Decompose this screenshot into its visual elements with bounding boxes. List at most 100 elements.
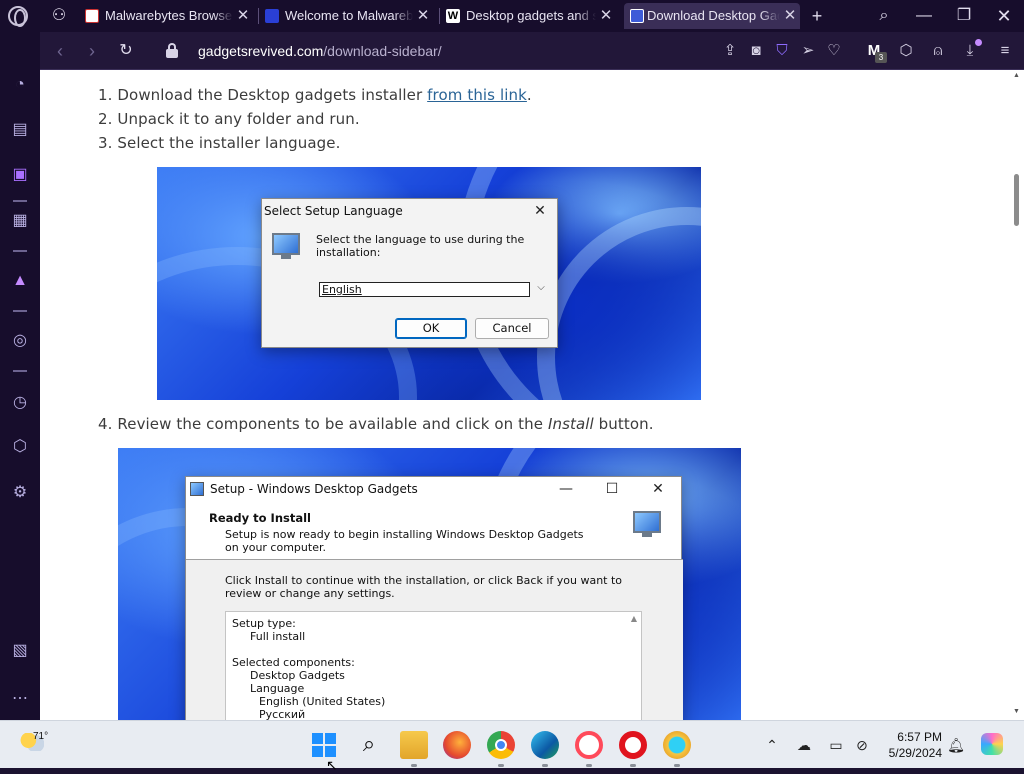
speed-dial-icon[interactable]: ◔ bbox=[9, 74, 31, 96]
language-screenshot: Select Setup Language ✕ Select the langu… bbox=[157, 167, 701, 400]
language-select[interactable]: English bbox=[319, 282, 530, 297]
tab-title: Desktop gadgets and si bbox=[466, 8, 596, 23]
ok-button[interactable]: OK bbox=[395, 318, 467, 339]
shield-icon[interactable]: ⛉ bbox=[772, 41, 792, 61]
tab-download-desktop-gadgets[interactable]: Download Desktop Gadg ✕ bbox=[624, 3, 800, 29]
minimize-icon[interactable]: — bbox=[913, 5, 935, 27]
sidebar-divider bbox=[13, 370, 27, 372]
clock-date: 5/29/2024 bbox=[888, 746, 942, 760]
setup-app-icon bbox=[190, 482, 204, 496]
file-explorer-icon[interactable] bbox=[400, 731, 428, 759]
tab-welcome-malwarebytes[interactable]: Welcome to Malwareby ✕ bbox=[265, 3, 433, 29]
step-3: 3. Select the installer language. bbox=[98, 134, 341, 152]
memo-line: English (United States) bbox=[259, 695, 386, 708]
running-indicator bbox=[411, 764, 417, 767]
send-icon[interactable]: ➢ bbox=[798, 41, 818, 61]
scroll-down-icon[interactable]: ▼ bbox=[1013, 708, 1020, 715]
reload-icon[interactable]: ↻ bbox=[116, 41, 136, 61]
weather-temp: 71° bbox=[33, 731, 49, 742]
settings-memo[interactable]: Setup type: Full install Selected compon… bbox=[225, 611, 642, 720]
tab-title: Download Desktop Gadg bbox=[647, 8, 780, 23]
url-path: /download-sidebar/ bbox=[323, 43, 442, 59]
tab-desktop-gadgets[interactable]: W Desktop gadgets and si ✕ bbox=[446, 3, 616, 29]
url-domain: gadgetsrevived.com bbox=[198, 43, 324, 59]
opera-logo-icon[interactable] bbox=[8, 6, 28, 27]
memo-line: Selected components: bbox=[232, 656, 355, 669]
gallery-icon[interactable]: ▧ bbox=[9, 640, 31, 662]
heart-icon[interactable]: ♡ bbox=[824, 41, 844, 61]
address-bar: ‹ › ↻ gadgetsrevived.com/download-sideba… bbox=[40, 32, 1024, 70]
cancel-button[interactable]: Cancel bbox=[475, 318, 549, 339]
close-tab-icon[interactable]: ✕ bbox=[782, 3, 798, 29]
gamepad-icon[interactable]: ⚇ bbox=[48, 5, 70, 27]
snapshot-icon[interactable]: ◙ bbox=[746, 41, 766, 61]
network-icon[interactable]: ⊘ bbox=[852, 735, 872, 755]
new-tab-icon[interactable]: + bbox=[806, 5, 828, 27]
cube-icon[interactable]: ⬡ bbox=[896, 41, 916, 61]
start-button[interactable] bbox=[312, 733, 336, 757]
forward-icon[interactable]: › bbox=[82, 41, 102, 61]
minimize-icon[interactable]: — bbox=[551, 477, 581, 501]
mouse-cursor-icon: ↖ bbox=[326, 757, 338, 773]
profile-icon[interactable]: ⍝ bbox=[928, 41, 948, 61]
installer-link[interactable]: from this link bbox=[427, 86, 527, 104]
tab-title: Welcome to Malwareby bbox=[285, 8, 413, 23]
back-icon[interactable]: ‹ bbox=[50, 41, 70, 61]
url-field[interactable]: gadgetsrevived.com/download-sidebar/ bbox=[198, 43, 442, 59]
scrollbar-thumb[interactable] bbox=[1014, 174, 1019, 226]
running-indicator bbox=[542, 764, 548, 767]
scroll-up-icon[interactable]: ▲ bbox=[1013, 72, 1020, 79]
running-indicator bbox=[586, 764, 592, 767]
twitch-icon[interactable]: ▣ bbox=[9, 164, 31, 186]
menu-icon[interactable]: ≡ bbox=[995, 41, 1015, 61]
close-icon[interactable]: ✕ bbox=[643, 477, 673, 501]
copilot-icon[interactable] bbox=[981, 733, 1003, 755]
onedrive-offline-icon[interactable]: ☁ bbox=[794, 735, 814, 755]
history-icon[interactable]: ◷ bbox=[9, 392, 31, 414]
scroll-up-icon[interactable]: ▲ bbox=[629, 614, 639, 624]
setup-monitor-icon bbox=[633, 511, 663, 539]
opera-gx-icon[interactable] bbox=[575, 731, 603, 759]
display-icon[interactable]: ▭ bbox=[826, 735, 846, 755]
close-tab-icon[interactable]: ✕ bbox=[415, 3, 431, 29]
extension-badge: 3 bbox=[875, 52, 887, 63]
show-hidden-icons-chevron-icon[interactable]: ⌃ bbox=[762, 735, 782, 755]
share-icon[interactable]: ⇪ bbox=[720, 41, 740, 61]
more-icon[interactable]: ⋯ bbox=[9, 688, 31, 710]
sidebar-divider bbox=[13, 310, 27, 312]
maximize-icon[interactable]: ☐ bbox=[597, 477, 627, 501]
shopping-icon[interactable]: ▤ bbox=[9, 119, 31, 141]
malwarebytes-favicon-icon bbox=[265, 9, 279, 23]
favicon-icon bbox=[85, 9, 99, 23]
music-player-icon[interactable]: ◎ bbox=[9, 330, 31, 352]
player-icon[interactable]: ▦ bbox=[9, 210, 31, 232]
language-dialog-close-icon[interactable]: ✕ bbox=[525, 199, 555, 223]
download-dot bbox=[975, 39, 982, 46]
settings-icon[interactable]: ⚙ bbox=[9, 482, 31, 504]
chrome-canary-icon[interactable] bbox=[663, 731, 691, 759]
install-screenshot: Setup - Windows Desktop Gadgets — ☐ ✕ Re… bbox=[118, 448, 741, 720]
gadgets-favicon-icon bbox=[630, 9, 644, 23]
opera-icon[interactable] bbox=[619, 731, 647, 759]
close-tab-icon[interactable]: ✕ bbox=[235, 3, 251, 29]
restore-icon[interactable]: ❐ bbox=[953, 5, 975, 27]
edge-icon[interactable] bbox=[531, 731, 559, 759]
tab-malwarebytes-browser[interactable]: Malwarebytes Browser G ✕ bbox=[85, 3, 253, 29]
aria-icon[interactable]: ▲ bbox=[9, 270, 31, 292]
step-4: 4. Review the components to be available… bbox=[98, 415, 654, 433]
close-tab-icon[interactable]: ✕ bbox=[598, 3, 614, 29]
chrome-icon[interactable] bbox=[487, 731, 515, 759]
sidebar-divider bbox=[13, 250, 27, 252]
system-clock[interactable]: 6:57 PM 5/29/2024 bbox=[889, 729, 942, 761]
page-scrollbar[interactable]: ▲ ▼ bbox=[1009, 70, 1024, 720]
search-icon[interactable]: ⌕ bbox=[356, 731, 382, 757]
extensions-icon[interactable]: ⬡ bbox=[9, 436, 31, 458]
notification-bell-icon[interactable]: 🔔︎ bbox=[946, 735, 966, 755]
memo-line: Setup type: bbox=[232, 617, 296, 630]
chevron-down-icon[interactable]: ⌵ bbox=[532, 282, 550, 297]
step-2: 2. Unpack it to any folder and run. bbox=[98, 110, 360, 128]
search-tabs-icon[interactable]: ⌕ bbox=[873, 5, 895, 27]
firefox-icon[interactable] bbox=[443, 731, 471, 759]
close-window-icon[interactable]: ✕ bbox=[993, 5, 1015, 27]
memo-line: Desktop Gadgets bbox=[250, 669, 345, 682]
